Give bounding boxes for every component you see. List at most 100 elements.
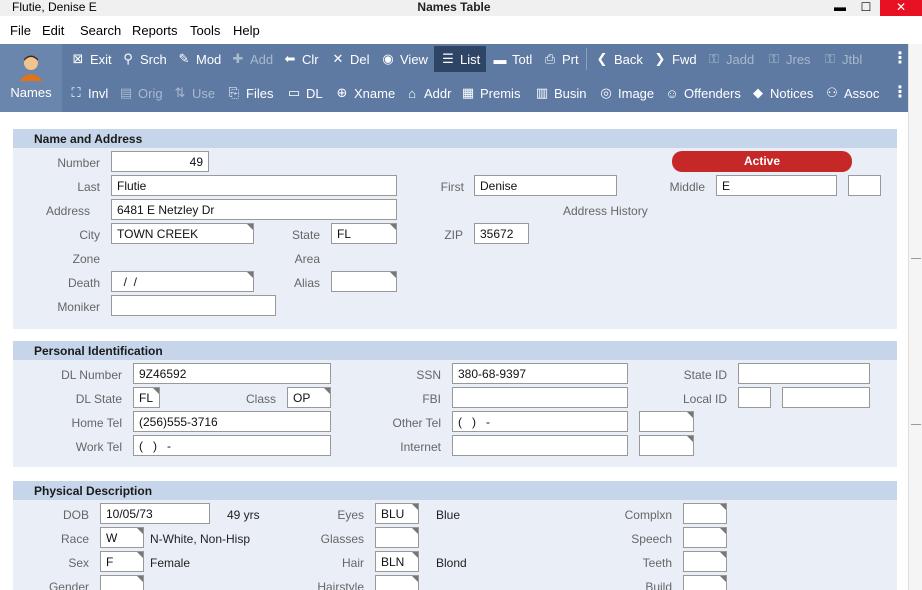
last-name-field[interactable]: Flutie	[111, 175, 397, 196]
build-field[interactable]	[683, 575, 727, 590]
sex-label: Sex	[68, 556, 89, 570]
image-button[interactable]: ◎ Image	[598, 80, 654, 106]
view-button[interactable]: ◉ View	[380, 46, 428, 72]
print-button[interactable]: ⎙ Prt	[542, 46, 579, 72]
business-button[interactable]: ▥ Busin	[534, 80, 587, 106]
search-button[interactable]: ⚲ Srch	[120, 46, 167, 72]
zip-field[interactable]: 35672	[474, 223, 529, 244]
associates-icon: ⚇	[826, 85, 838, 100]
ssn-field[interactable]: 380-68-9397	[452, 363, 628, 384]
notices-button[interactable]: ◆ Notices	[750, 80, 813, 106]
middle-name-field[interactable]: E	[716, 175, 837, 196]
city-field[interactable]: TOWN CREEK	[111, 223, 254, 244]
address-field[interactable]: 6481 E Netzley Dr	[111, 199, 397, 220]
more-options-icon[interactable]: ⋮	[892, 48, 908, 68]
toolbar-divider	[586, 48, 587, 70]
involvements-button[interactable]: ⛶ Invl	[68, 80, 108, 106]
menu-reports[interactable]: Reports	[132, 23, 178, 38]
jadd-button[interactable]: ⚿ Jadd	[706, 46, 754, 72]
delete-button[interactable]: ✕ Del	[330, 46, 370, 72]
menu-bar: File Edit Search Reports Tools Help	[0, 20, 922, 42]
hair-field[interactable]: BLN	[375, 551, 419, 572]
list-icon: ☰	[442, 51, 454, 66]
state-field[interactable]: FL	[331, 223, 397, 244]
offenders-label: Offenders	[684, 85, 741, 101]
age-value: 49 yrs	[227, 508, 260, 522]
menu-search[interactable]: Search	[80, 23, 121, 38]
minimize-icon[interactable]: ▬	[826, 0, 854, 16]
module-names-label: Names	[10, 85, 52, 100]
menu-help[interactable]: Help	[233, 23, 260, 38]
name-suffix-field[interactable]	[848, 175, 881, 196]
xname-button[interactable]: ⊕ Xname	[334, 80, 396, 106]
menu-file[interactable]: File	[10, 23, 31, 38]
files-button[interactable]: ⎘ Files	[226, 80, 274, 106]
class-field[interactable]: OP	[287, 387, 331, 408]
gender-field[interactable]	[100, 575, 144, 590]
back-button[interactable]: ❮ Back	[594, 46, 643, 72]
vertical-scrollbar[interactable]	[908, 44, 922, 590]
delete-label: Del	[350, 51, 370, 67]
speech-field[interactable]	[683, 527, 727, 548]
other-tel-type-field[interactable]	[639, 411, 694, 432]
menu-edit[interactable]: Edit	[42, 23, 64, 38]
race-field[interactable]: W	[100, 527, 144, 548]
moniker-field[interactable]	[111, 295, 276, 316]
dl-button[interactable]: ▭ DL	[286, 80, 323, 106]
internet-field[interactable]	[452, 435, 628, 456]
death-label: Death	[67, 276, 100, 290]
maximize-icon[interactable]: ☐	[852, 0, 880, 16]
section-title: Name and Address	[34, 132, 143, 146]
exit-button[interactable]: ⊠ Exit	[70, 46, 112, 72]
offenders-button[interactable]: ☺ Offenders	[664, 80, 741, 106]
associates-button[interactable]: ⚇ Assoc	[824, 80, 879, 106]
total-button[interactable]: ▬ Totl	[492, 46, 533, 72]
glasses-field[interactable]	[375, 527, 419, 548]
dob-field[interactable]: 10/05/73	[100, 503, 210, 524]
fbi-field[interactable]	[452, 387, 628, 408]
close-icon[interactable]: ✕	[880, 0, 922, 16]
local-id-field[interactable]	[782, 387, 870, 408]
moniker-label: Moniker	[57, 300, 100, 314]
forward-label: Fwd	[672, 51, 697, 67]
add-button[interactable]: ✚ Add	[230, 46, 274, 72]
files-label: Files	[246, 85, 274, 101]
module-names[interactable]: Names	[0, 44, 62, 112]
internet-type-field[interactable]	[639, 435, 694, 456]
other-tel-field[interactable]: ( ) -	[452, 411, 628, 432]
sex-field[interactable]: F	[100, 551, 144, 572]
state-id-field[interactable]	[738, 363, 870, 384]
use-button[interactable]: ⇅ Use	[172, 80, 216, 106]
origin-button[interactable]: ▤ Orig	[118, 80, 163, 106]
chevron-right-icon: ❯	[654, 51, 666, 66]
eye-icon: ◉	[382, 51, 394, 66]
hairstyle-field[interactable]	[375, 575, 419, 590]
death-date-field[interactable]: / /	[111, 271, 254, 292]
address-button[interactable]: ⌂ Addr	[404, 80, 451, 106]
local-id-label: Local ID	[682, 392, 727, 406]
teeth-field[interactable]	[683, 551, 727, 572]
dl-number-field[interactable]: 9Z46592	[133, 363, 331, 384]
forward-button[interactable]: ❯ Fwd	[652, 46, 697, 72]
list-button[interactable]: ☰ List	[434, 46, 487, 72]
first-name-field[interactable]: Denise	[474, 175, 617, 196]
eyes-field[interactable]: BLU	[375, 503, 419, 524]
dl-state-field[interactable]: FL	[133, 387, 160, 408]
alias-field[interactable]	[331, 271, 397, 292]
more-options-icon-2[interactable]: ⋮	[892, 82, 908, 102]
menu-tools[interactable]: Tools	[190, 23, 220, 38]
complexion-field[interactable]	[683, 503, 727, 524]
premises-button[interactable]: ▦ Premis	[460, 80, 521, 106]
clear-button[interactable]: ⬅ Clr	[282, 46, 319, 72]
local-id-prefix-field[interactable]	[738, 387, 771, 408]
number-field[interactable]: 49	[111, 151, 209, 172]
work-tel-field[interactable]: ( ) -	[133, 435, 331, 456]
list-label: List	[460, 51, 481, 67]
home-tel-field[interactable]: (256)555-3716	[133, 411, 331, 432]
camera-icon: ◎	[600, 85, 612, 100]
jres-button[interactable]: ⚿ Jres	[766, 46, 811, 72]
jadd-label: Jadd	[726, 51, 755, 67]
jtbl-button[interactable]: ⚿ Jtbl	[822, 46, 862, 72]
address-history-link[interactable]: Address History	[563, 204, 648, 218]
modify-button[interactable]: ✎ Mod	[176, 46, 222, 72]
